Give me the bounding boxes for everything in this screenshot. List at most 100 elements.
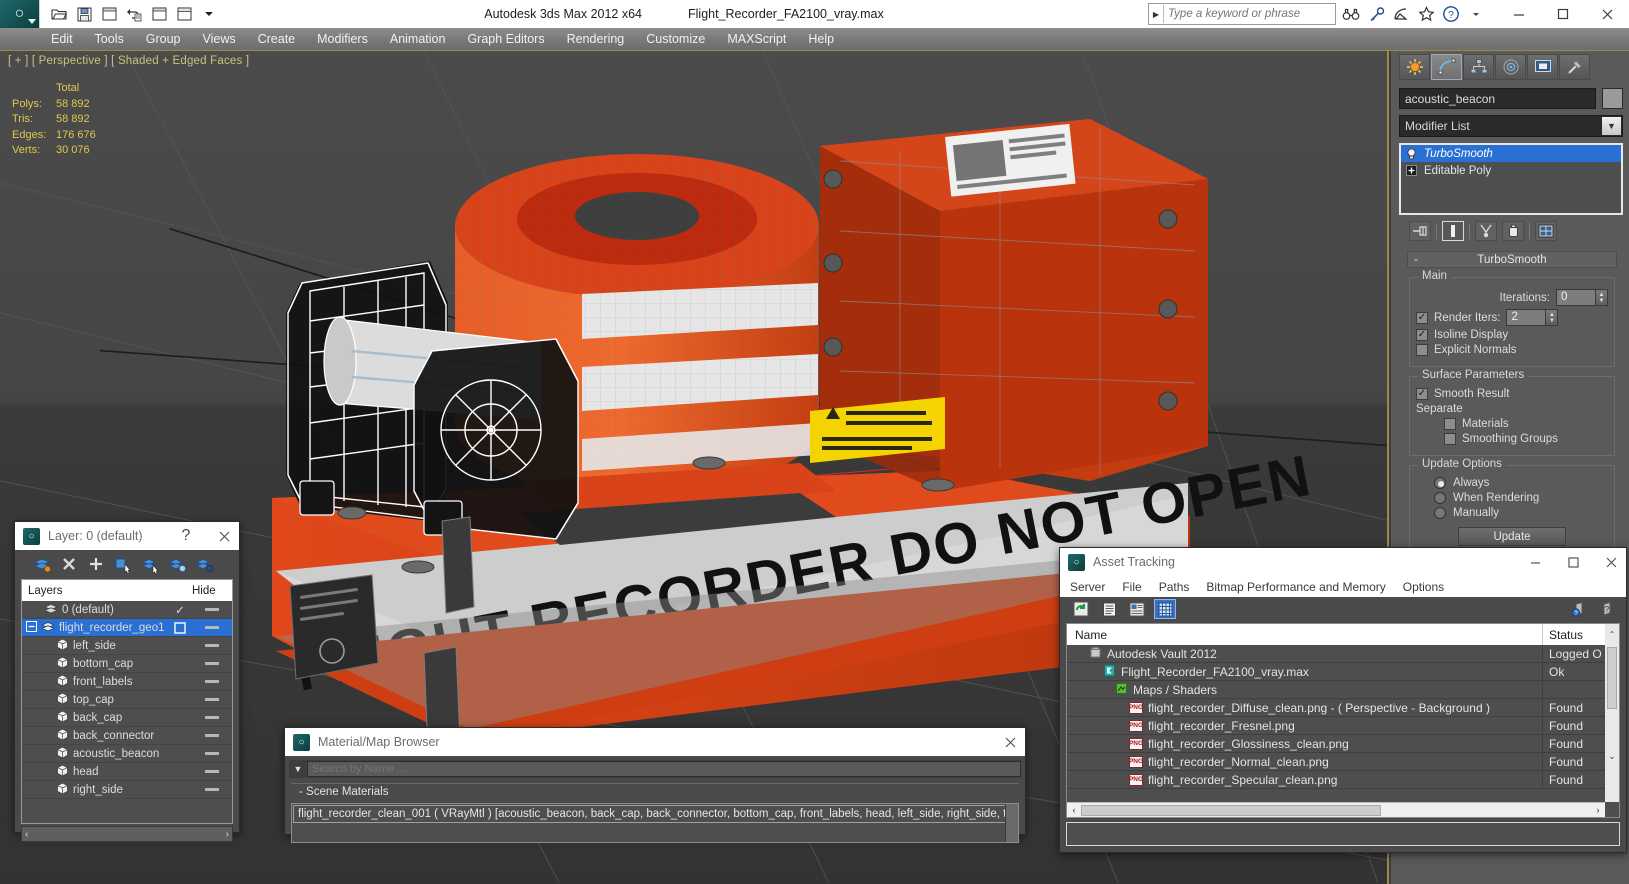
- redo-icon[interactable]: [148, 4, 170, 24]
- list-item[interactable]: acoustic_beacon: [22, 745, 232, 763]
- show-end-result-icon[interactable]: [1442, 221, 1464, 241]
- layer-active-check[interactable]: ✓: [168, 603, 192, 617]
- object-name-field[interactable]: acoustic_beacon: [1399, 88, 1596, 109]
- open-icon[interactable]: [48, 4, 70, 24]
- stack-item-turbosmooth[interactable]: TurboSmooth: [1401, 145, 1621, 162]
- highlight-selected-objects-icon[interactable]: [166, 553, 188, 575]
- asset-col-name[interactable]: Name: [1067, 624, 1543, 645]
- table-row[interactable]: Maps / Shaders: [1067, 681, 1619, 699]
- create-new-layer-icon[interactable]: [31, 553, 53, 575]
- update-manually-radio[interactable]: [1434, 507, 1446, 519]
- scroll-left-icon[interactable]: ‹: [1067, 805, 1081, 815]
- list-item[interactable]: bottom_cap: [22, 655, 232, 673]
- close-button[interactable]: [1585, 0, 1629, 28]
- render-iters-spin-buttons[interactable]: ▲ ▼: [1546, 309, 1559, 326]
- list-item[interactable]: back_connector: [22, 727, 232, 745]
- menu-tools[interactable]: Tools: [84, 30, 135, 48]
- list-view-icon[interactable]: [1098, 599, 1120, 619]
- plus-box-icon[interactable]: [1405, 164, 1418, 177]
- menu-help[interactable]: Help: [797, 30, 845, 48]
- delete-layer-icon[interactable]: [58, 553, 80, 575]
- menu-views[interactable]: Views: [191, 30, 246, 48]
- layer-dialog[interactable]: ○ Layer: 0 (default) ? Layers Hide 0 (de…: [14, 521, 240, 842]
- layer-hide-toggle[interactable]: [192, 680, 232, 683]
- pin-stack-icon[interactable]: [1409, 221, 1431, 241]
- list-item[interactable]: front_labels: [22, 673, 232, 691]
- configure-sets-icon[interactable]: [1535, 221, 1557, 241]
- table-row[interactable]: PNG flight_recorder_Specular_clean.png F…: [1067, 771, 1619, 789]
- add-selection-to-layer-icon[interactable]: [85, 553, 107, 575]
- help-icon[interactable]: ?: [1596, 599, 1618, 619]
- layer-hide-toggle[interactable]: [192, 734, 232, 737]
- display-tab[interactable]: [1527, 54, 1558, 80]
- modifier-stack[interactable]: TurboSmooth Editable Poly: [1399, 143, 1623, 215]
- material-map-browser-dialog[interactable]: ○ Material/Map Browser ▼ - Scene Materia…: [284, 727, 1026, 843]
- lightbulb-icon[interactable]: [1405, 147, 1418, 160]
- hide-layer-icon[interactable]: [193, 553, 215, 575]
- detail-view-icon[interactable]: [1126, 599, 1148, 619]
- modifier-list-dropdown[interactable]: Modifier List ▼: [1399, 115, 1623, 137]
- grid-view-icon[interactable]: [1154, 599, 1176, 619]
- select-objects-in-layer-icon[interactable]: [112, 553, 134, 575]
- motion-tab[interactable]: [1495, 54, 1526, 80]
- menu-customize[interactable]: Customize: [635, 30, 716, 48]
- layer-row-default[interactable]: 0 (default) ✓: [22, 601, 232, 619]
- layer-hide-toggle[interactable]: [192, 752, 232, 755]
- layer-horizontal-scrollbar[interactable]: ‹ ›: [21, 826, 233, 842]
- asset-tracking-maximize-button[interactable]: [1558, 548, 1588, 576]
- at-menu-file[interactable]: File: [1122, 580, 1141, 594]
- refresh-icon[interactable]: [1070, 599, 1092, 619]
- rollout-header[interactable]: - TurboSmooth: [1407, 251, 1617, 268]
- undo-icon[interactable]: [123, 4, 145, 24]
- menu-modifiers[interactable]: Modifiers: [306, 30, 379, 48]
- scroll-right-icon[interactable]: ›: [226, 829, 229, 840]
- material-list-scrollbar[interactable]: [1005, 804, 1018, 842]
- layer-row-flight-recorder-geo1[interactable]: flight_recorder_geo1: [22, 619, 232, 637]
- layer-active-box[interactable]: [168, 621, 192, 634]
- at-menu-server[interactable]: Server: [1070, 580, 1105, 594]
- save-icon[interactable]: [73, 4, 95, 24]
- hierarchy-tab[interactable]: [1463, 54, 1494, 80]
- render-iters-checkbox[interactable]: ✓: [1416, 311, 1428, 324]
- asset-tracking-minimize-button[interactable]: [1520, 548, 1550, 576]
- table-row[interactable]: Autodesk Vault 2012 Logged O: [1067, 645, 1619, 663]
- rollout-collapse-icon[interactable]: -: [1414, 254, 1418, 266]
- at-menu-bitmap-performance[interactable]: Bitmap Performance and Memory: [1206, 580, 1385, 594]
- layer-list[interactable]: Layers Hide 0 (default) ✓ flight_recorde…: [21, 579, 233, 824]
- search-expand-icon[interactable]: ▶: [1149, 10, 1163, 19]
- menu-rendering[interactable]: Rendering: [556, 30, 636, 48]
- asset-tracking-close-button[interactable]: [1596, 548, 1626, 576]
- scroll-right-icon[interactable]: ›: [1591, 805, 1605, 815]
- smooth-result-checkbox[interactable]: ✓: [1416, 388, 1428, 400]
- minimize-button[interactable]: [1497, 0, 1541, 28]
- menu-edit[interactable]: Edit: [40, 30, 84, 48]
- material-search-input[interactable]: [307, 761, 1021, 777]
- new-scene-icon[interactable]: [98, 4, 120, 24]
- layer-hide-toggle[interactable]: [192, 626, 232, 629]
- iterations-value[interactable]: 0: [1556, 289, 1596, 306]
- menu-create[interactable]: Create: [247, 30, 307, 48]
- update-always-row[interactable]: Always: [1416, 477, 1608, 489]
- layer-hide-toggle[interactable]: [192, 716, 232, 719]
- update-button[interactable]: Update: [1458, 527, 1566, 546]
- layer-hide-toggle[interactable]: [192, 608, 232, 611]
- list-item[interactable]: right_side: [22, 781, 232, 799]
- utilities-tab[interactable]: [1559, 54, 1590, 80]
- layer-hide-toggle[interactable]: [192, 770, 232, 773]
- iterations-spinner[interactable]: 0 ▲ ▼: [1556, 289, 1608, 306]
- isoline-display-row[interactable]: ✓ Isoline Display: [1416, 329, 1608, 341]
- update-always-radio[interactable]: [1434, 477, 1446, 489]
- render-iters-spinner[interactable]: 2 ▲ ▼: [1506, 309, 1559, 326]
- help-dropdown-icon[interactable]: [1465, 4, 1487, 24]
- table-row[interactable]: Flight_Recorder_FA2100_vray.max Ok: [1067, 663, 1619, 681]
- create-tab[interactable]: [1399, 54, 1430, 80]
- scroll-down-icon[interactable]: ⌄: [1605, 751, 1619, 762]
- smooth-result-row[interactable]: ✓ Smooth Result: [1416, 388, 1608, 400]
- filter-funnel-icon[interactable]: ▼: [289, 764, 307, 774]
- list-item[interactable]: left_side: [22, 637, 232, 655]
- list-item[interactable]: head: [22, 763, 232, 781]
- menu-maxscript[interactable]: MAXScript: [716, 30, 797, 48]
- layer-dialog-help-button[interactable]: ?: [171, 522, 201, 550]
- infocenter-search[interactable]: ▶: [1148, 3, 1336, 25]
- workspace-icon[interactable]: [173, 4, 195, 24]
